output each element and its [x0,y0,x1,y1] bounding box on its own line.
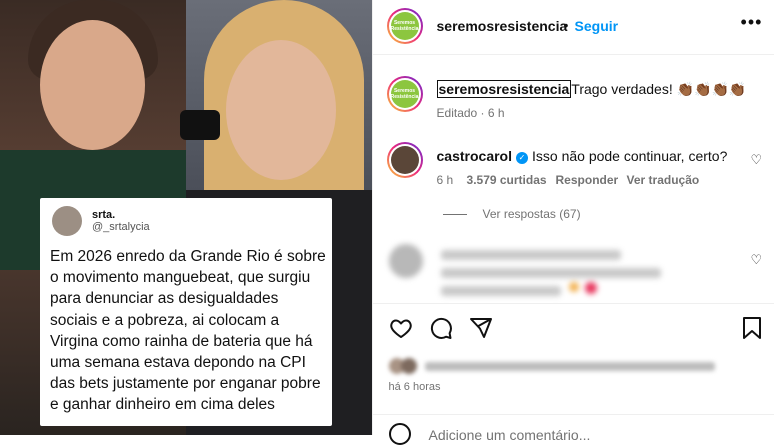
face-right [226,40,336,180]
likes-text-blurred [424,362,715,371]
blurred-heart-emoji [584,282,597,294]
blurred-line [440,250,621,260]
save-icon[interactable] [741,316,763,345]
add-comment-input[interactable]: Adicione um comentário... [429,427,591,443]
blurred-comment [388,244,749,300]
translate-button[interactable]: Ver tradução [627,173,700,187]
comment-icon[interactable] [429,316,453,345]
comment-avatar-inner [388,144,421,176]
blurred-emoji [568,282,579,292]
follow-button[interactable]: Seguir [575,18,619,34]
header-separator: • [563,17,569,33]
blurred-line [440,268,661,278]
caption-avatar-inner: Seremos Resistência [388,78,421,110]
post-panel: Seremos Resistência seremosresistencia •… [371,0,774,445]
replies-divider [442,214,467,215]
avatar-inner: Seremos Resistência [388,10,421,42]
comment-username[interactable]: castrocarol [437,148,512,164]
post-time: há 6 horas [388,381,441,393]
tweet-handle: @_srtalycia [92,221,150,233]
comment-avatar[interactable] [386,142,423,178]
emoji-icon[interactable] [388,423,411,445]
action-bar [372,303,774,354]
post-media[interactable]: srta. @_srtalycia Em 2026 enredo da Gran… [0,0,372,435]
comment-time: 6 h [436,173,454,187]
comment: castrocarol ✓ Isso não pode continuar, cer… [373,140,774,200]
share-icon[interactable] [469,316,493,345]
tweet-card: srta. @_srtalycia Em 2026 enredo da Gran… [40,198,332,426]
tweet-name: srta. [92,209,116,221]
blurred-avatar [388,244,423,278]
header-username[interactable]: seremosresistencia [437,18,568,34]
view-replies-button[interactable]: Ver respostas (67) [483,207,581,221]
more-options-icon[interactable]: ••• [741,12,763,33]
microphone [180,110,220,140]
caption-username[interactable]: seremosresistencia [436,80,572,98]
blurred-line [440,286,561,296]
verified-icon: ✓ [516,152,528,164]
reply-button[interactable]: Responder [556,173,619,187]
add-comment-bar: Adicione um comentário... [372,414,774,445]
comment-like-icon-2[interactable]: ♡ [751,252,763,268]
like-icon[interactable] [389,316,413,345]
brand-logo: Seremos Resistência [390,12,419,40]
post-header: Seremos Resistência seremosresistencia •… [372,0,774,55]
avatar[interactable]: Seremos Resistência [386,8,423,44]
tweet-text: Em 2026 enredo da Grande Rio é sobre o m… [50,248,326,414]
tweet-avatar [52,206,82,236]
face-left [40,20,145,150]
caption-text: Trago verdades! 👏🏾👏🏾👏🏾👏🏾 [571,81,747,97]
comment-text: Isso não pode continuar, certo? [532,148,728,164]
tweet-header: srta. @_srtalycia [52,206,150,236]
comment-avatar-photo [390,146,419,174]
caption: Seremos Resistência seremosresistencia Tr… [373,72,774,122]
caption-avatar[interactable]: Seremos Resistência [386,76,423,112]
caption-meta: Editado · 6 h [436,106,505,120]
caption-brand-logo: Seremos Resistência [390,80,419,108]
likes-summary-blurred [388,356,749,376]
liker-avatar [400,358,417,374]
comment-like-icon[interactable]: ♡ [751,152,763,168]
comment-likes[interactable]: 3.579 curtidas [467,173,547,187]
